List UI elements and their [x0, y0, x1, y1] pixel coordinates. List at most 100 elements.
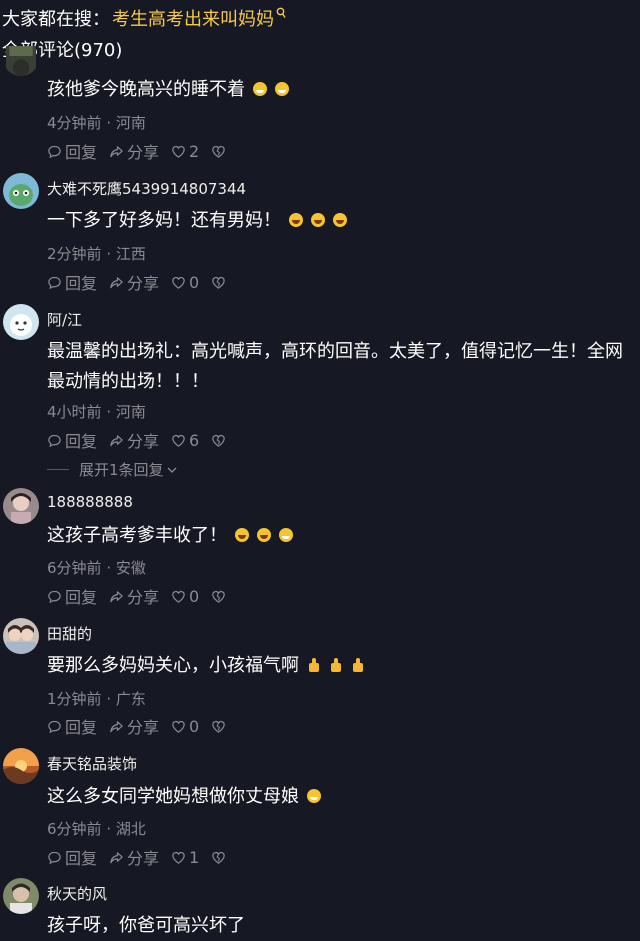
avatar[interactable]: [3, 488, 39, 524]
heart-icon: [172, 720, 185, 733]
heart-icon: [172, 434, 185, 447]
dislike-button[interactable]: [211, 144, 229, 159]
share-button[interactable]: 分享: [109, 270, 159, 294]
reply-button[interactable]: 回复: [47, 428, 97, 452]
reply-label: 回复: [65, 718, 98, 737]
like-button[interactable]: 0: [171, 587, 199, 606]
reply-button[interactable]: 回复: [47, 845, 97, 869]
like-button[interactable]: 0: [171, 273, 199, 292]
reply-label: 回复: [65, 849, 98, 868]
share-icon: [110, 720, 123, 732]
reply-icon: [48, 276, 61, 289]
share-label: 分享: [127, 849, 160, 868]
broken-heart-icon: [212, 720, 225, 733]
divider: [47, 469, 69, 470]
share-label: 分享: [127, 143, 160, 162]
like-count: 0: [189, 716, 200, 736]
like-button[interactable]: 6: [171, 431, 199, 450]
reply-button[interactable]: 回复: [47, 270, 97, 294]
comment-username[interactable]: 田甜的: [47, 623, 92, 644]
share-button[interactable]: 分享: [109, 714, 159, 738]
comment-actions: 回复 分享 6: [47, 428, 241, 452]
emoji-laugh-cry-icon: [257, 528, 271, 542]
comment-text: 孩子呀，你爸可高兴坏了: [47, 915, 245, 936]
avatar[interactable]: [3, 173, 39, 209]
comment-meta: 6分钟前 · 安徽: [47, 559, 146, 577]
reply-label: 回复: [65, 588, 98, 607]
dislike-button[interactable]: [211, 433, 229, 448]
comment-actions: 回复 分享 0: [47, 270, 241, 294]
reply-label: 回复: [65, 143, 98, 162]
emoji-laugh-cry-icon: [289, 213, 303, 227]
avatar[interactable]: [3, 878, 39, 914]
comment-username[interactable]: 大难不死鹰5439914807344: [47, 178, 246, 199]
comment-text: 要那么多妈妈关心，小孩福气啊: [47, 651, 627, 681]
emoji-thumbs-up-icon: [307, 658, 321, 672]
like-count: 0: [189, 586, 200, 606]
heart-icon: [172, 145, 185, 158]
share-icon: [110, 434, 123, 446]
comment-meta: 1分钟前 · 广东: [47, 690, 146, 708]
emoji-sweat-smile-icon: [275, 82, 289, 96]
comment-actions: 回复 分享 0: [47, 714, 241, 738]
like-button[interactable]: 0: [171, 717, 199, 736]
avatar[interactable]: [3, 748, 39, 784]
share-button[interactable]: 分享: [109, 428, 159, 452]
comment-actions: 回复 分享 1: [47, 845, 241, 869]
share-button[interactable]: 分享: [109, 584, 159, 608]
reply-icon: [48, 720, 61, 733]
search-suggestion-prefix: 大家都在搜：: [2, 9, 110, 30]
comment-username[interactable]: 188888888: [47, 493, 133, 511]
like-count: 0: [189, 272, 200, 292]
emoji-sweat-smile-icon: [253, 82, 267, 96]
reply-icon: [48, 851, 61, 864]
heart-icon: [172, 590, 185, 603]
heart-icon: [172, 851, 185, 864]
avatar[interactable]: [3, 304, 39, 340]
comment-meta: 2分钟前 · 江西: [47, 245, 146, 263]
reply-label: 回复: [65, 274, 98, 293]
chevron-down-icon: [167, 467, 177, 473]
comment-text: 这孩子高考爹丰收了！: [47, 521, 627, 551]
comment-actions: 回复 分享 2: [47, 139, 241, 163]
broken-heart-icon: [212, 851, 225, 864]
avatar[interactable]: [3, 46, 39, 76]
reply-icon: [48, 145, 61, 158]
reply-button[interactable]: 回复: [47, 584, 97, 608]
dislike-button[interactable]: [211, 275, 229, 290]
comment-username[interactable]: 春天铭品装饰: [47, 753, 137, 774]
like-count: 2: [189, 141, 200, 161]
share-button[interactable]: 分享: [109, 845, 159, 869]
comment-meta: 4分钟前 · 河南: [47, 114, 146, 132]
avatar[interactable]: [3, 618, 39, 654]
like-button[interactable]: 1: [171, 848, 199, 867]
reply-button[interactable]: 回复: [47, 714, 97, 738]
expand-replies-button[interactable]: 展开1条回复: [47, 459, 178, 480]
reply-button[interactable]: 回复: [47, 139, 97, 163]
comment-text: 这么多女同学她妈想做你丈母娘: [47, 782, 627, 812]
dislike-button[interactable]: [211, 719, 229, 734]
share-label: 分享: [127, 432, 160, 451]
search-icon[interactable]: [276, 7, 286, 19]
search-suggestion-bar[interactable]: 大家都在搜： 考生高考出来叫妈妈: [2, 4, 286, 32]
dislike-button[interactable]: [211, 850, 229, 865]
comment-username[interactable]: 秋天的风: [47, 883, 107, 904]
search-suggestion-query[interactable]: 考生高考出来叫妈妈: [112, 5, 274, 31]
reply-label: 回复: [65, 432, 98, 451]
comment-text: 最温馨的出场礼：高光喊声，高环的回音。太美了，值得记忆一生！全网最动情的出场！！…: [47, 341, 623, 392]
emoji-laugh-icon: [311, 213, 325, 227]
comment-username[interactable]: 阿/江: [47, 309, 82, 330]
heart-icon: [172, 276, 185, 289]
share-button[interactable]: 分享: [109, 139, 159, 163]
broken-heart-icon: [212, 434, 225, 447]
share-icon: [110, 590, 123, 602]
emoji-thumbs-up-icon: [351, 658, 365, 672]
comment-meta: 6分钟前 · 湖北: [47, 820, 146, 838]
reply-icon: [48, 590, 61, 603]
broken-heart-icon: [212, 276, 225, 289]
dislike-button[interactable]: [211, 589, 229, 604]
broken-heart-icon: [212, 590, 225, 603]
like-button[interactable]: 2: [171, 142, 199, 161]
share-label: 分享: [127, 588, 160, 607]
emoji-grin-icon: [307, 789, 321, 803]
